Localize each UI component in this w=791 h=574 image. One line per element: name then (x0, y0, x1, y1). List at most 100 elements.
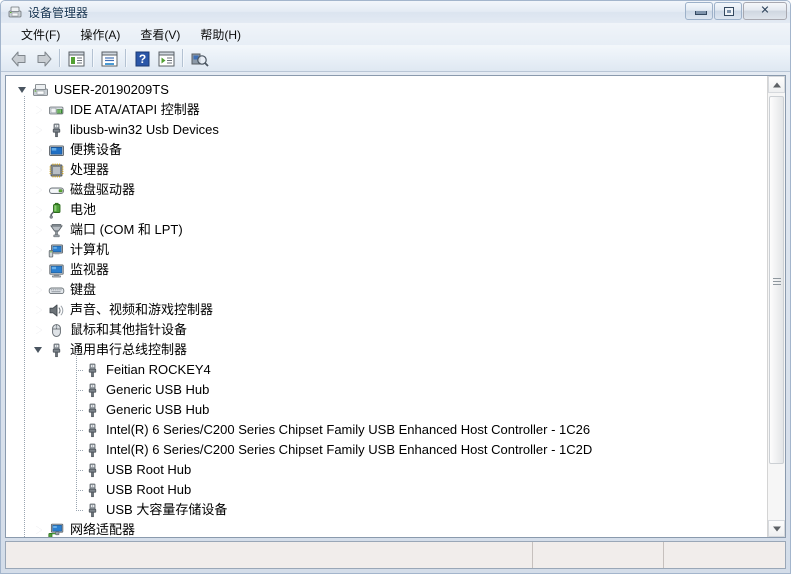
vertical-scrollbar[interactable] (767, 76, 785, 537)
tree-item[interactable]: Feitian ROCKEY4 (6, 360, 767, 380)
window-title: 设备管理器 (28, 5, 89, 20)
tree-item[interactable]: 通用串行总线控制器 (6, 340, 767, 360)
menu-help[interactable]: 帮助(H) (190, 24, 251, 45)
tree-item[interactable]: IDE ATA/ATAPI 控制器 (6, 100, 767, 120)
expander-expanded-icon[interactable] (32, 340, 48, 360)
forward-button[interactable] (31, 47, 54, 69)
tree-guide-line (24, 96, 25, 537)
expander-collapsed-icon[interactable] (32, 220, 48, 240)
console-tree-icon (68, 51, 85, 67)
tree-item[interactable]: Generic USB Hub (6, 400, 767, 420)
tree-item[interactable]: USB Root Hub (6, 480, 767, 500)
forward-arrow-icon (37, 51, 52, 67)
tree-item[interactable]: libusb-win32 Usb Devices (6, 120, 767, 140)
tree-guide-tick (76, 430, 83, 431)
tree-guide-tick (76, 510, 83, 511)
toolbar: ? (1, 45, 790, 72)
portable-device-icon (48, 142, 65, 159)
properties-button[interactable] (97, 47, 120, 69)
tree-item[interactable]: Intel(R) 6 Series/C200 Series Chipset Fa… (6, 420, 767, 440)
tree-item[interactable]: 键盘 (6, 280, 767, 300)
back-arrow-icon (11, 51, 26, 67)
tree-item[interactable]: 声音、视频和游戏控制器 (6, 300, 767, 320)
tree-item[interactable]: 鼠标和其他指针设备 (6, 320, 767, 340)
device-manager-icon (7, 4, 23, 20)
tree-item[interactable]: USB Root Hub (6, 460, 767, 480)
scroll-thumb[interactable] (769, 96, 784, 464)
usb-plug-icon (84, 382, 101, 399)
menu-view[interactable]: 查看(V) (130, 24, 190, 45)
expander-collapsed-icon[interactable] (32, 280, 48, 300)
title-bar[interactable]: 设备管理器 ✕ (1, 1, 790, 23)
tree-item[interactable]: Intel(R) 6 Series/C200 Series Chipset Fa… (6, 440, 767, 460)
scan-magnifier-icon (191, 53, 209, 67)
show-hide-console-tree-button[interactable] (64, 47, 87, 69)
expander-collapsed-icon[interactable] (32, 260, 48, 280)
back-button[interactable] (7, 47, 30, 69)
maximize-button[interactable] (714, 2, 742, 20)
processor-icon (48, 162, 65, 179)
expander-collapsed-icon[interactable] (32, 120, 48, 140)
tree-item-label: 声音、视频和游戏控制器 (70, 302, 214, 317)
menu-file[interactable]: 文件(F) (11, 24, 70, 45)
minimize-button[interactable] (685, 2, 713, 20)
computer-root-icon (32, 82, 49, 99)
battery-icon (48, 202, 65, 219)
tree-item[interactable]: 计算机 (6, 240, 767, 260)
usb-plug-icon (48, 122, 65, 139)
sound-speaker-icon (48, 302, 65, 319)
tree-item-label: Generic USB Hub (106, 402, 210, 417)
status-bar (5, 541, 786, 569)
tree-item[interactable]: 便携设备 (6, 140, 767, 160)
expander-collapsed-icon[interactable] (32, 140, 48, 160)
svg-text:?: ? (139, 52, 146, 66)
tree-item[interactable]: 监视器 (6, 260, 767, 280)
computer-icon (48, 242, 65, 259)
expander-collapsed-icon[interactable] (32, 200, 48, 220)
close-button[interactable]: ✕ (743, 2, 787, 20)
scroll-down-button[interactable] (768, 520, 785, 537)
expander-collapsed-icon[interactable] (32, 240, 48, 260)
help-button[interactable]: ? (130, 47, 153, 69)
tree-item[interactable]: 磁盘驱动器 (6, 180, 767, 200)
expander-collapsed-icon[interactable] (32, 160, 48, 180)
toolbar-separator-3 (125, 49, 126, 67)
tree-item[interactable]: 网络适配器 (6, 520, 767, 537)
scroll-track[interactable] (768, 93, 785, 520)
tree-item-label: IDE ATA/ATAPI 控制器 (70, 102, 200, 117)
scroll-thumb-grip (772, 276, 781, 285)
ide-controller-icon (48, 102, 65, 119)
scan-hardware-changes-button[interactable] (187, 47, 210, 69)
menu-action[interactable]: 操作(A) (70, 24, 130, 45)
tree-item[interactable]: USER-20190209TS (6, 80, 767, 100)
maximize-icon (724, 7, 734, 16)
expander-collapsed-icon[interactable] (32, 300, 48, 320)
tree-item[interactable]: 端口 (COM 和 LPT) (6, 220, 767, 240)
update-driver-button[interactable] (154, 47, 177, 69)
toolbar-separator-4 (182, 49, 183, 67)
expander-collapsed-icon[interactable] (32, 520, 48, 537)
expander-collapsed-icon[interactable] (32, 100, 48, 120)
expander-collapsed-icon[interactable] (32, 320, 48, 340)
window-controls: ✕ (684, 2, 787, 21)
tree-guide-tick (76, 490, 83, 491)
tree-item-label: Intel(R) 6 Series/C200 Series Chipset Fa… (106, 422, 591, 437)
scroll-up-button[interactable] (768, 76, 785, 93)
usb-plug-icon (84, 422, 101, 439)
expander-collapsed-icon[interactable] (32, 180, 48, 200)
usb-plug-icon (84, 402, 101, 419)
tree-item-label: 电池 (70, 202, 97, 217)
device-tree[interactable]: USER-20190209TS IDE ATA/ATAPI 控制器 libusb-w… (6, 76, 767, 537)
tree-item[interactable]: 处理器 (6, 160, 767, 180)
console-client-area: USER-20190209TS IDE ATA/ATAPI 控制器 libusb-w… (5, 75, 786, 538)
usb-plug-icon (48, 342, 65, 359)
tree-guide-tick (76, 370, 83, 371)
disk-drive-icon (48, 182, 65, 199)
tree-item-label: Intel(R) 6 Series/C200 Series Chipset Fa… (106, 442, 593, 457)
tree-item[interactable]: 电池 (6, 200, 767, 220)
device-manager-window: 设备管理器 ✕ 文件(F) 操作(A) 查看(V) 帮助(H) ? USER-2… (0, 0, 791, 574)
tree-item[interactable]: Generic USB Hub (6, 380, 767, 400)
tree-item-label: USB Root Hub (106, 462, 192, 477)
tree-item-label: libusb-win32 Usb Devices (70, 122, 219, 137)
tree-item[interactable]: USB 大容量存储设备 (6, 500, 767, 520)
